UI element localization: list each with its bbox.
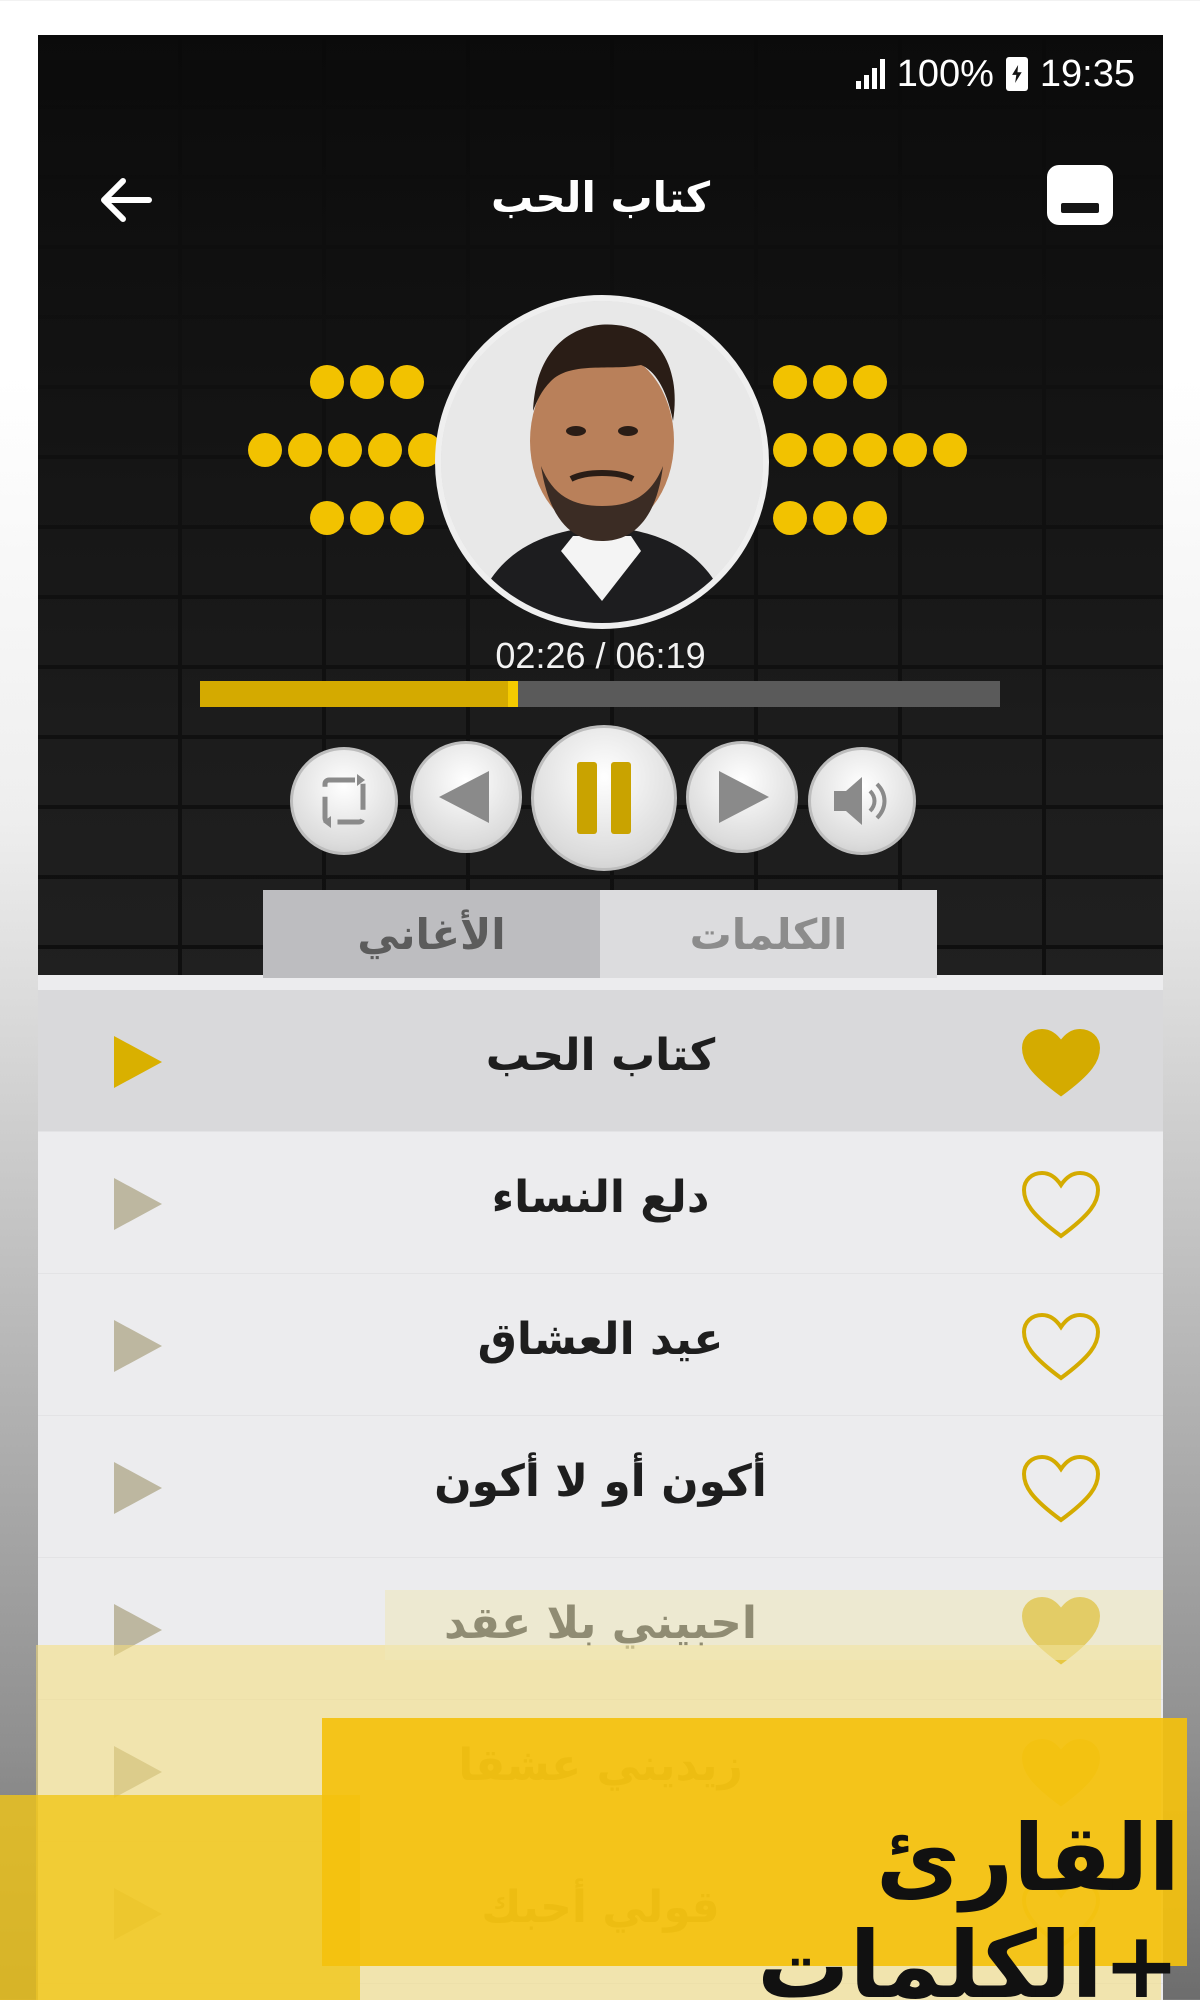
song-title: كتاب الحب bbox=[485, 1030, 716, 1081]
next-icon bbox=[719, 771, 769, 823]
heart-outline-icon[interactable] bbox=[1021, 1170, 1101, 1240]
previous-button[interactable] bbox=[410, 741, 522, 853]
heart-outline-icon[interactable] bbox=[1021, 1454, 1101, 1524]
song-title: أكون أو لا أكون bbox=[434, 1456, 767, 1507]
pause-icon bbox=[577, 762, 631, 834]
top-bar: كتاب الحب bbox=[38, 145, 1163, 255]
song-row[interactable]: دلع النساء bbox=[38, 1132, 1163, 1274]
promo-text: القارئ +الكلمات bbox=[757, 1805, 1180, 2000]
tab-songs[interactable]: الأغاني bbox=[263, 890, 600, 978]
promo-band-top bbox=[385, 1590, 1163, 1660]
song-title: دلع النساء bbox=[491, 1172, 710, 1223]
playback-time: 02:26 / 06:19 bbox=[495, 635, 706, 676]
play-icon[interactable] bbox=[110, 1458, 166, 1518]
play-icon[interactable] bbox=[110, 1174, 166, 1234]
tab-lyrics[interactable]: الكلمات bbox=[600, 890, 937, 978]
seek-bar-fill bbox=[200, 681, 518, 707]
battery-charging-icon bbox=[1005, 57, 1028, 91]
play-icon[interactable] bbox=[110, 1316, 166, 1376]
song-row[interactable]: كتاب الحب bbox=[38, 990, 1163, 1132]
player-panel: 100% 19:35 كتاب الحب 02:26 / 06:19 الأغا… bbox=[38, 35, 1163, 978]
signal-icon bbox=[855, 59, 885, 89]
play-icon[interactable] bbox=[110, 1032, 166, 1092]
battery-percent: 100% bbox=[896, 52, 994, 95]
tab-bar: الأغاني الكلمات bbox=[263, 890, 937, 978]
artist-portrait-image bbox=[441, 301, 763, 623]
equalizer-right bbox=[773, 365, 993, 545]
volume-button[interactable] bbox=[808, 747, 916, 855]
status-bar: 100% 19:35 bbox=[855, 49, 1135, 99]
song-title: عيد العشاق bbox=[477, 1314, 724, 1365]
status-time: 19:35 bbox=[1039, 52, 1135, 95]
previous-icon bbox=[439, 771, 489, 823]
song-row[interactable]: عيد العشاق bbox=[38, 1274, 1163, 1416]
pause-button[interactable] bbox=[531, 725, 677, 871]
promo-band-left bbox=[0, 1795, 360, 2000]
artist-avatar bbox=[435, 295, 769, 629]
seek-bar[interactable] bbox=[200, 681, 1000, 707]
next-button[interactable] bbox=[686, 741, 798, 853]
song-row[interactable]: أكون أو لا أكون bbox=[38, 1416, 1163, 1558]
minimize-icon[interactable] bbox=[1047, 165, 1113, 225]
song-title-header: كتاب الحب bbox=[490, 173, 711, 222]
volume-icon bbox=[834, 777, 887, 825]
repeat-button[interactable] bbox=[290, 747, 398, 855]
heart-outline-icon[interactable] bbox=[1021, 1312, 1101, 1382]
heart-filled-icon[interactable] bbox=[1021, 1028, 1101, 1098]
repeat-icon bbox=[322, 774, 366, 828]
